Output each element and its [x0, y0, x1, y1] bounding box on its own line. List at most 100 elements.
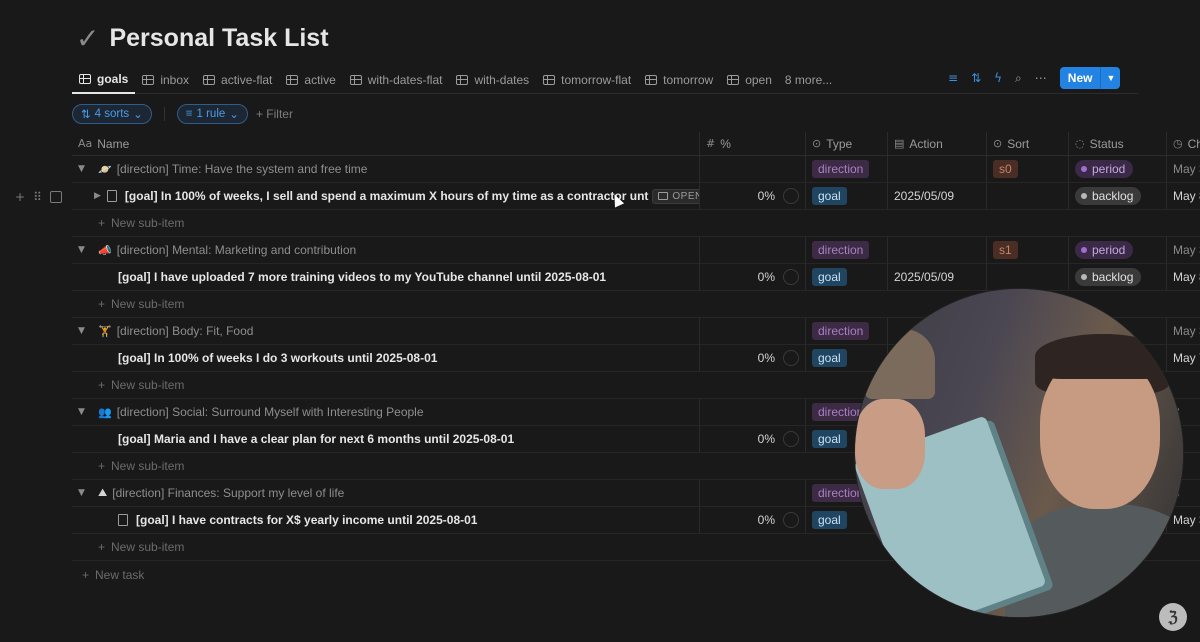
- goal-title[interactable]: [goal] Maria and I have a clear plan for…: [118, 432, 514, 446]
- more-views-button[interactable]: 8 more...: [779, 73, 832, 87]
- table-icon: [349, 74, 362, 85]
- table-row[interactable]: ▼ 📣 [direction] Mental: Marketing and cont…: [72, 237, 1200, 264]
- progress-ring: [783, 269, 799, 285]
- planet-icon: 🪐: [98, 162, 112, 176]
- people-icon: 👥: [98, 405, 112, 419]
- plus-icon: +: [98, 216, 106, 230]
- page-header: ✓ Personal Task List: [76, 24, 329, 53]
- table-icon: [456, 74, 469, 85]
- table-icon: [543, 74, 556, 85]
- page-title: Personal Task List: [109, 24, 329, 52]
- sort-icon[interactable]: ⇅: [971, 71, 981, 85]
- open-panel-icon: [658, 192, 669, 200]
- tab-open[interactable]: open: [720, 66, 779, 94]
- webcam-overlay: [854, 288, 1184, 618]
- goal-title[interactable]: [goal] In 100% of weeks I do 3 workouts …: [118, 351, 437, 365]
- tab-with-dates[interactable]: with-dates: [449, 66, 536, 94]
- drag-handle-icon[interactable]: ⠿: [33, 190, 42, 204]
- plus-icon: +: [98, 297, 106, 311]
- goal-title[interactable]: [goal] In 100% of weeks, I sell and spen…: [125, 189, 648, 203]
- sorts-pill[interactable]: ⇅ 4 sorts ⌄: [72, 104, 152, 124]
- add-filter-button[interactable]: + Filter: [256, 107, 293, 121]
- megaphone-icon: 📣: [98, 243, 112, 257]
- document-icon: [118, 514, 128, 526]
- type-tag: direction: [812, 241, 870, 259]
- column-status[interactable]: ◌ Status: [1069, 132, 1167, 155]
- column-type[interactable]: ⊙ Type: [806, 132, 888, 155]
- chevron-down-icon: ⌄: [133, 109, 143, 121]
- table-row[interactable]: [goal] I have uploaded 7 more training v…: [72, 264, 1200, 291]
- clock-icon: ◷: [1173, 137, 1183, 150]
- date-value: May 8: [1173, 270, 1200, 284]
- tab-active[interactable]: active: [279, 66, 342, 94]
- status-icon: ◌: [1075, 137, 1085, 150]
- collapse-icon[interactable]: ▼: [78, 326, 92, 336]
- tab-with-dates-flat[interactable]: with-dates-flat: [343, 66, 450, 94]
- collapse-icon[interactable]: ▼: [78, 407, 92, 417]
- column-ch[interactable]: ◷ Ch: [1167, 132, 1200, 155]
- tab-inbox[interactable]: inbox: [135, 66, 196, 94]
- row-checkbox[interactable]: [49, 191, 62, 203]
- goal-title[interactable]: [goal] I have uploaded 7 more training v…: [118, 270, 606, 284]
- channel-logo: ℨ: [1159, 603, 1187, 631]
- tab-goals[interactable]: goals: [72, 66, 136, 94]
- tab-tomorrow[interactable]: tomorrow: [638, 66, 720, 94]
- percent-value: 0%: [757, 351, 775, 365]
- action-date: 2025/05/09: [894, 189, 955, 203]
- filter-icon[interactable]: ≡: [948, 71, 958, 85]
- table-icon: [79, 73, 91, 84]
- collapse-icon[interactable]: ▼: [78, 488, 92, 498]
- action-date: 2025/05/09: [894, 270, 955, 284]
- progress-ring: [783, 512, 799, 528]
- date-value: May 8: [1173, 189, 1200, 203]
- sort-icon: ⇅: [81, 109, 91, 121]
- calendar-icon: ▤: [894, 137, 905, 150]
- table-icon: [645, 74, 658, 85]
- column-sort[interactable]: ⊙ Sort: [987, 132, 1069, 155]
- select-icon: ⊙: [812, 137, 822, 150]
- select-icon: ⊙: [993, 137, 1003, 150]
- progress-ring: [783, 350, 799, 366]
- lightning-icon[interactable]: ϟ: [994, 71, 1002, 85]
- search-icon[interactable]: ⌕: [1015, 71, 1022, 86]
- table-icon: [203, 74, 216, 85]
- chevron-down-icon: ⌄: [229, 109, 239, 121]
- percent-value: 0%: [757, 513, 775, 527]
- direction-title: [direction] Time: Have the system and fr…: [116, 162, 368, 176]
- lamp-shade: [865, 329, 935, 399]
- direction-title: [direction] Social: Surround Myself with…: [116, 405, 424, 419]
- table-row[interactable]: ▶ [goal] In 100% of weeks, I sell and spe…: [72, 183, 1200, 210]
- checkmark-icon: ✓: [76, 21, 100, 55]
- tab-tomorrow-flat[interactable]: tomorrow-flat: [536, 66, 638, 94]
- rule-pill[interactable]: ≡ 1 rule ⌄: [176, 104, 248, 124]
- type-tag: direction: [812, 160, 870, 178]
- table-icon: [727, 74, 740, 85]
- type-tag: goal: [812, 511, 847, 529]
- type-tag: goal: [812, 187, 847, 205]
- column-pct[interactable]: #%: [700, 132, 806, 155]
- tab-active-flat[interactable]: active-flat: [196, 66, 279, 94]
- type-tag: goal: [812, 430, 847, 448]
- more-options-icon[interactable]: ⋯: [1035, 71, 1047, 85]
- filter-icon: ≡: [185, 108, 193, 120]
- add-row-icon[interactable]: +: [15, 190, 25, 204]
- progress-ring: [783, 431, 799, 447]
- new-button[interactable]: New ▼: [1059, 67, 1121, 89]
- column-name[interactable]: Aa Name: [72, 132, 700, 155]
- goal-title[interactable]: [goal] I have contracts for X$ yearly in…: [136, 513, 477, 527]
- plus-icon: +: [82, 567, 90, 582]
- expand-icon[interactable]: ▶: [94, 191, 101, 201]
- table-row[interactable]: ▼ 🪐 [direction] Time: Have the system and …: [72, 156, 1200, 183]
- column-action[interactable]: ▤ Action: [888, 132, 987, 155]
- table-icon: [142, 74, 155, 85]
- type-tag: goal: [812, 268, 847, 286]
- collapse-icon[interactable]: ▼: [78, 164, 92, 174]
- open-button[interactable]: OPEN: [652, 188, 699, 204]
- divider: [163, 107, 165, 121]
- percent-value: 0%: [757, 432, 775, 446]
- collapse-icon[interactable]: ▼: [78, 245, 92, 255]
- chevron-down-icon[interactable]: ▼: [1100, 67, 1120, 89]
- new-sub-item-row[interactable]: + New sub-item: [72, 210, 1200, 237]
- percent-value: 0%: [757, 270, 775, 284]
- progress-ring: [783, 188, 799, 204]
